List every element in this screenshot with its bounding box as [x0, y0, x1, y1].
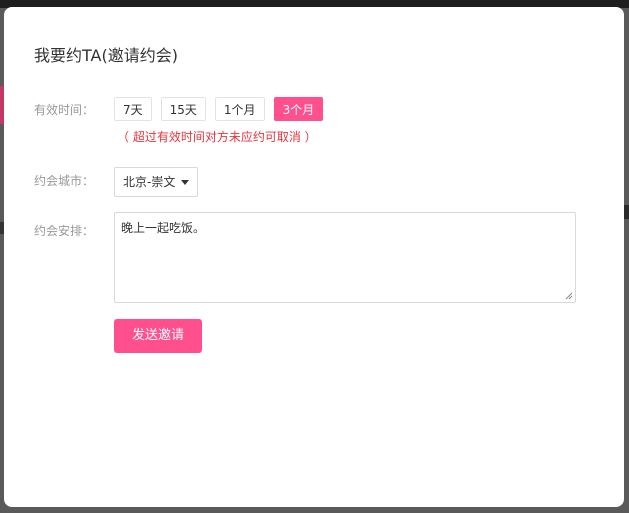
- city-select-value: 北京-崇文: [123, 175, 176, 189]
- duration-hint: （ 超过有效时间对方未应约可取消 ）: [117, 130, 317, 144]
- city-select[interactable]: 北京-崇文: [114, 167, 198, 197]
- dialog-title: 我要约TA(邀请约会): [34, 46, 178, 65]
- duration-label: 有效时间：: [34, 103, 95, 117]
- duration-option-1-month[interactable]: 1个月: [214, 97, 265, 121]
- invite-date-dialog: 我要约TA(邀请约会) 有效时间： 7天 15天 1个月 3个月 （ 超过有效时…: [4, 7, 624, 507]
- resize-grip-icon[interactable]: [565, 292, 573, 300]
- chevron-down-icon: [181, 180, 189, 185]
- background-page-fragment: [624, 205, 629, 219]
- duration-option-7-days[interactable]: 7天: [114, 97, 152, 121]
- send-invite-button[interactable]: 发送邀请: [114, 319, 202, 353]
- city-label: 约会城市：: [34, 174, 95, 188]
- duration-option-15-days[interactable]: 15天: [160, 97, 206, 121]
- plan-label: 约会安排：: [34, 224, 95, 238]
- duration-options: 7天 15天 1个月 3个月: [114, 97, 324, 121]
- duration-option-3-months[interactable]: 3个月: [273, 97, 324, 121]
- plan-textarea[interactable]: 晚上一起吃饭。: [114, 212, 576, 303]
- plan-textarea-value: 晚上一起吃饭。: [121, 221, 206, 235]
